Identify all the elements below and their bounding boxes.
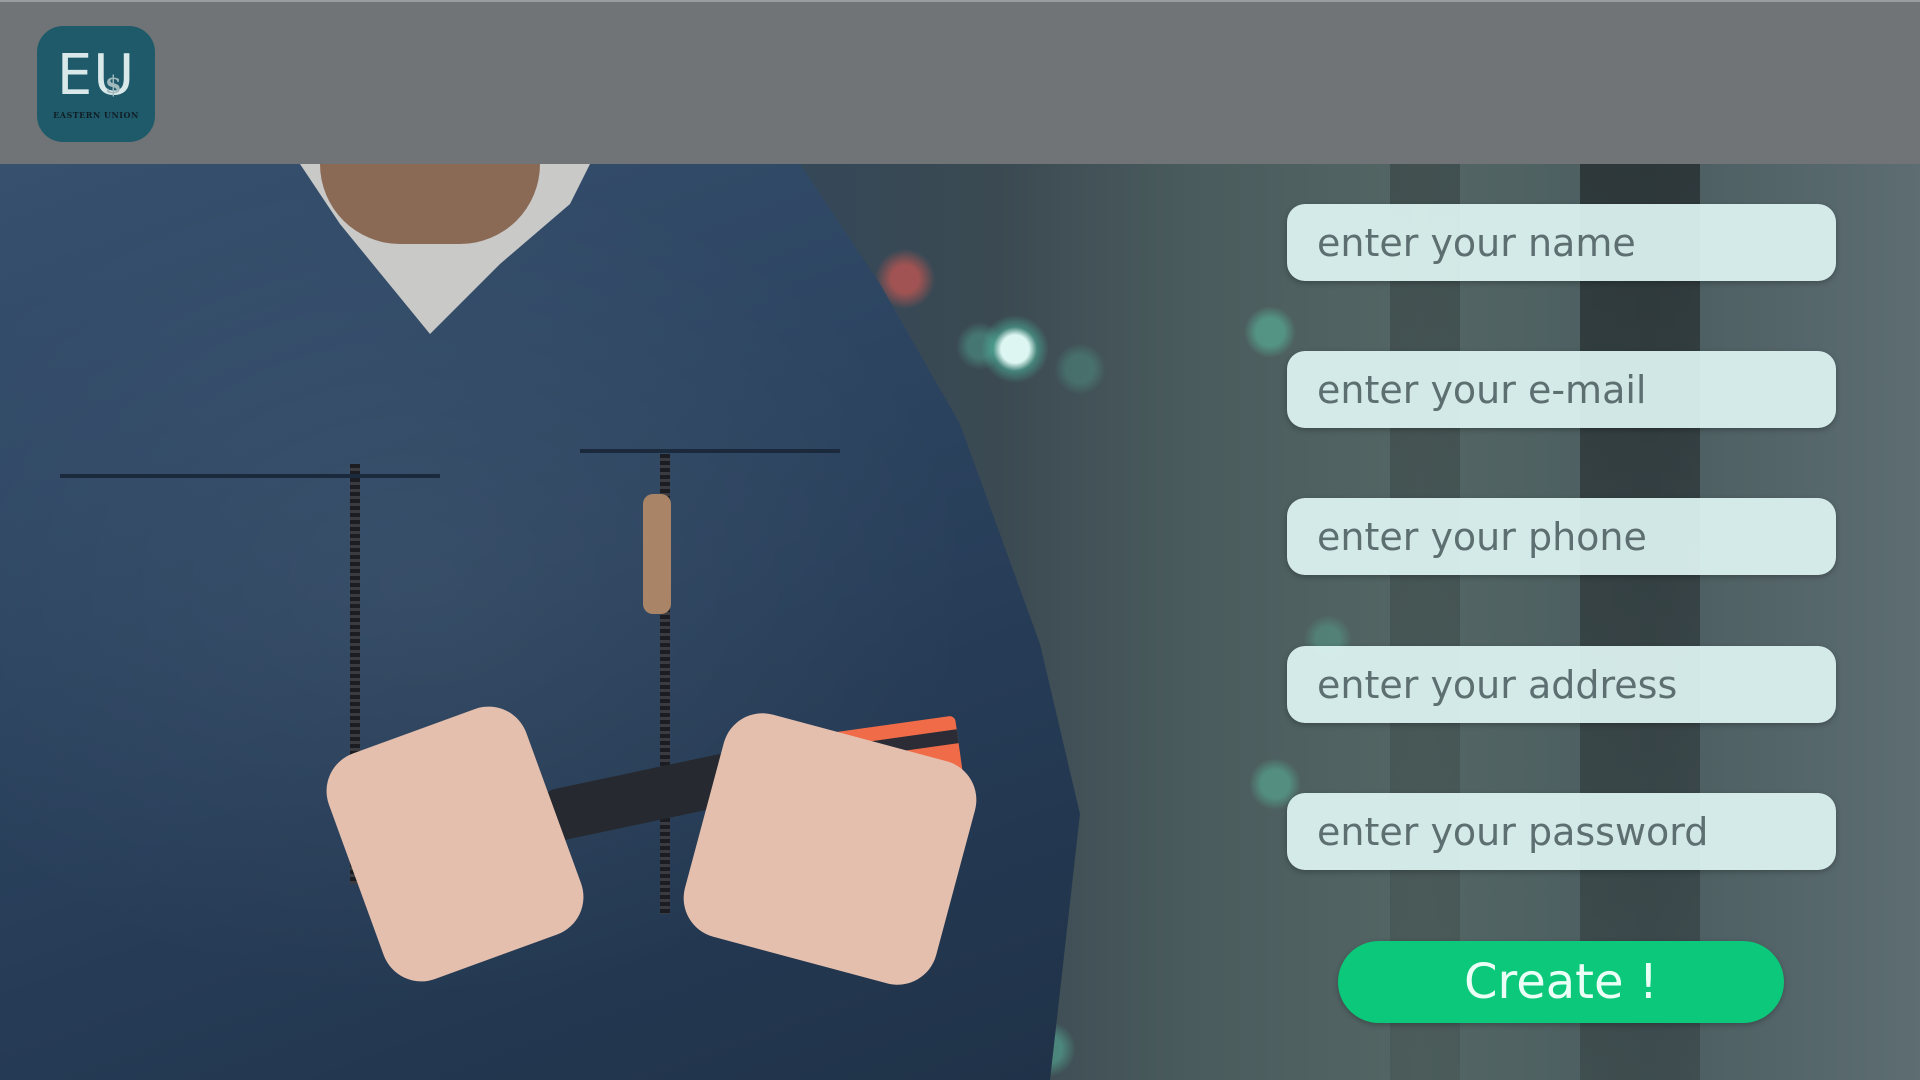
pocket-seam — [580, 449, 840, 453]
create-button[interactable]: Create ! — [1338, 941, 1784, 1023]
header-bar: EU $ EASTERN UNION — [0, 0, 1920, 164]
zipper-pull — [643, 494, 671, 614]
email-input[interactable] — [1287, 351, 1836, 428]
phone-input[interactable] — [1287, 498, 1836, 575]
pocket-seam — [60, 474, 440, 478]
name-input[interactable] — [1287, 204, 1836, 281]
dollar-icon: $ — [105, 70, 122, 99]
signup-page: EU $ EASTERN UNION Create ! — [0, 0, 1920, 1080]
logo-text: EASTERN UNION — [53, 110, 139, 120]
logo[interactable]: EU $ EASTERN UNION — [37, 26, 155, 142]
logo-mark: EU — [56, 43, 136, 108]
password-input[interactable] — [1287, 793, 1836, 870]
address-input[interactable] — [1287, 646, 1836, 723]
